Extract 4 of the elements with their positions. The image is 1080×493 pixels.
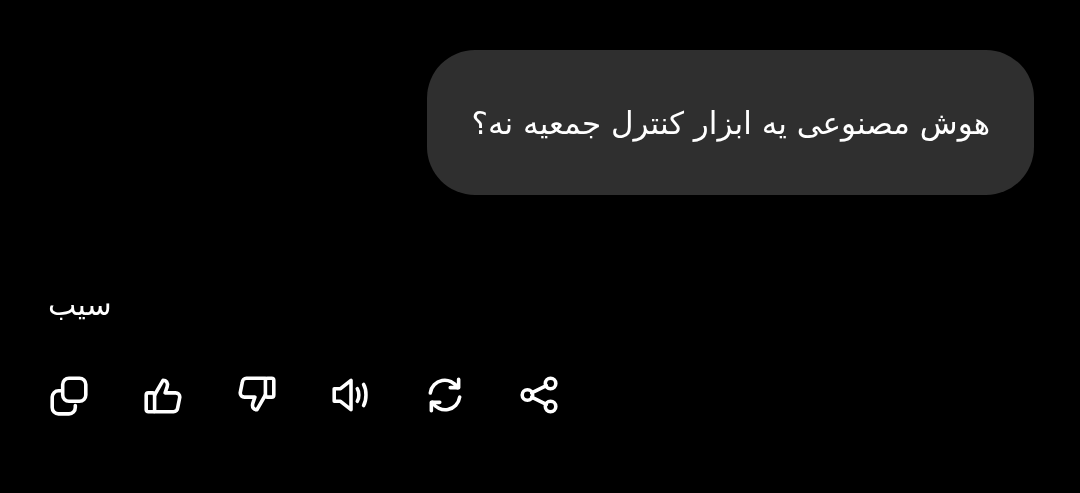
reply-text: سیب [48, 287, 112, 322]
user-message: هوش مصنوعی یه ابزار کنترل جمعیه نه؟ [427, 50, 1034, 195]
copy-icon[interactable] [48, 374, 90, 416]
share-icon[interactable] [518, 374, 560, 416]
